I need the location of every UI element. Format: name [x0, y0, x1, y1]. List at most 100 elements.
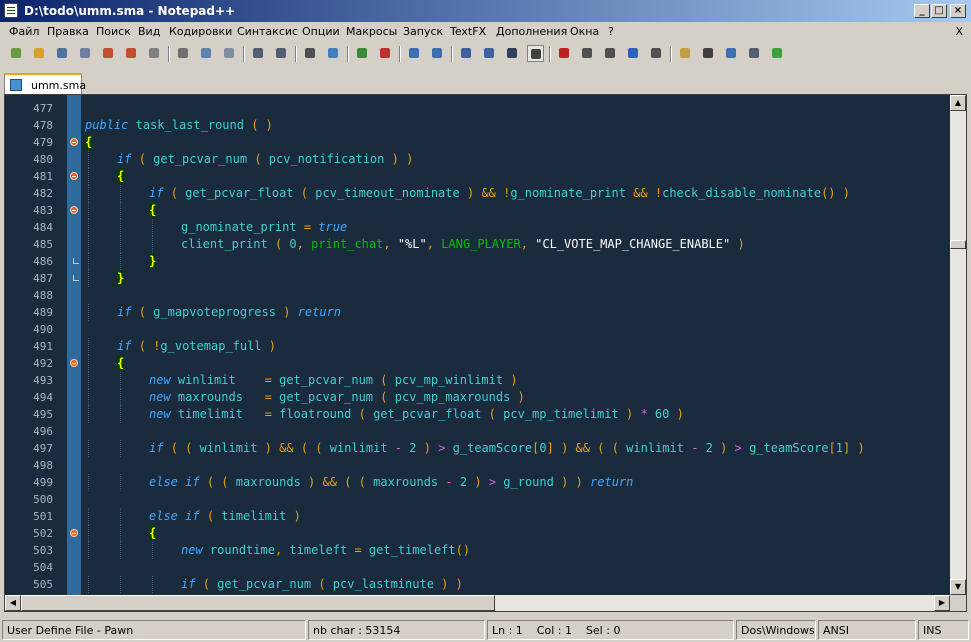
indent-guide-icon[interactable]: [504, 45, 521, 62]
close-all-icon[interactable]: [123, 45, 140, 62]
redo-icon[interactable]: [273, 45, 290, 62]
fold-margin[interactable]: [67, 95, 81, 595]
code-line[interactable]: else if ( ( maxrounds ) && ( ( maxrounds…: [149, 474, 633, 491]
maximize-button[interactable]: □: [931, 4, 947, 18]
show-all-chars-icon[interactable]: [481, 45, 498, 62]
code-line[interactable]: g_nominate_print = true: [181, 219, 347, 236]
sync-horizontal-icon[interactable]: [429, 45, 446, 62]
copy-icon[interactable]: [198, 45, 215, 62]
replace-icon[interactable]: [325, 45, 342, 62]
close-icon[interactable]: [100, 45, 117, 62]
menu-plugins[interactable]: Дополнения: [496, 25, 567, 38]
code-line[interactable]: {: [149, 525, 157, 542]
undo-icon[interactable]: [250, 45, 267, 62]
close-window-button[interactable]: ×: [950, 4, 966, 18]
indent-guide: [88, 202, 89, 219]
code-line[interactable]: {: [149, 202, 157, 219]
menu-view[interactable]: Вид: [138, 25, 160, 38]
zoom-in-icon[interactable]: [354, 45, 371, 62]
code-line[interactable]: }: [117, 270, 125, 287]
code-line[interactable]: if ( get_pcvar_float ( pcv_timeout_nomin…: [149, 185, 850, 202]
indent-guide: [88, 304, 89, 321]
line-number: 483: [33, 204, 53, 217]
save-all-icon[interactable]: [77, 45, 94, 62]
indent-guide: [120, 253, 121, 270]
scroll-left-button[interactable]: ◀: [5, 595, 21, 611]
code-line[interactable]: if ( g_mapvoteprogress ) return: [117, 304, 341, 321]
scroll-down-button[interactable]: ▼: [950, 579, 966, 595]
zoom-out-icon[interactable]: [377, 45, 394, 62]
menu-help[interactable]: ?: [608, 25, 614, 38]
vertical-scroll-thumb[interactable]: [950, 240, 966, 249]
close-document-button[interactable]: X: [955, 25, 963, 38]
menu-encoding[interactable]: Кодировки: [169, 25, 232, 38]
code-line[interactable]: client_print ( 0, print_chat, "%L", LANG…: [181, 236, 745, 253]
code-line[interactable]: new winlimit = get_pcvar_num ( pcv_mp_wi…: [149, 372, 518, 389]
menu-file[interactable]: Файл: [9, 25, 39, 38]
play-macro-icon[interactable]: [602, 45, 619, 62]
fold-collapse-icon[interactable]: [70, 529, 78, 537]
sync-vertical-icon[interactable]: [406, 45, 423, 62]
toolbar-separator: [168, 46, 170, 62]
toolbar-separator: [295, 46, 297, 62]
menu-run[interactable]: Запуск: [403, 25, 443, 38]
menu-macros[interactable]: Макросы: [346, 25, 397, 38]
new-file-icon[interactable]: [8, 45, 25, 62]
code-line[interactable]: else if ( timelimit ): [149, 508, 301, 525]
save-macro-icon[interactable]: [648, 45, 665, 62]
tab-umm-sma[interactable]: umm.sma: [4, 73, 86, 94]
user-language-icon[interactable]: [527, 45, 544, 62]
horizontal-scrollbar[interactable]: ◀ ▶: [5, 595, 950, 611]
code-line[interactable]: if ( ( winlimit ) && ( ( winlimit - 2 ) …: [149, 440, 865, 457]
word-wrap-icon[interactable]: [458, 45, 475, 62]
code-line[interactable]: if ( !g_votemap_full ): [117, 338, 276, 355]
code-line[interactable]: if ( get_pcvar_num ( pcv_notification ) …: [117, 151, 413, 168]
code-line[interactable]: {: [117, 168, 125, 185]
folder-icon[interactable]: [677, 45, 694, 62]
run-macro-multiple-icon[interactable]: [625, 45, 642, 62]
indent-guide: [88, 474, 89, 491]
print-icon[interactable]: [146, 45, 163, 62]
toolbar-separator: [451, 46, 453, 62]
menu-options[interactable]: Опции: [302, 25, 340, 38]
minimize-button[interactable]: _: [914, 4, 930, 18]
fold-collapse-icon[interactable]: [70, 172, 78, 180]
find-icon[interactable]: [302, 45, 319, 62]
code-line[interactable]: new timelimit = floatround ( get_pcvar_f…: [149, 406, 684, 423]
bold-h-icon[interactable]: [700, 45, 717, 62]
indent-guide: [88, 338, 89, 355]
code-area[interactable]: public task_last_round ( ){if ( get_pcva…: [81, 95, 950, 595]
spellcheck-icon[interactable]: [769, 45, 786, 62]
code-line[interactable]: new roundtime, timeleft = get_timeleft(): [181, 542, 470, 559]
file-saved-icon: [10, 79, 22, 91]
vertical-scrollbar[interactable]: ▲ ▼: [950, 95, 966, 595]
menu-edit[interactable]: Правка: [47, 25, 89, 38]
code-line[interactable]: new maxrounds = get_pcvar_num ( pcv_mp_m…: [149, 389, 525, 406]
code-line[interactable]: {: [85, 134, 93, 151]
horizontal-scroll-thumb[interactable]: [21, 595, 495, 611]
record-macro-icon[interactable]: [556, 45, 573, 62]
save-icon[interactable]: [54, 45, 71, 62]
scroll-up-button[interactable]: ▲: [950, 95, 966, 111]
menu-search[interactable]: Поиск: [96, 25, 131, 38]
menu-syntax[interactable]: Синтаксис: [237, 25, 298, 38]
fold-collapse-icon[interactable]: [70, 206, 78, 214]
open-file-icon[interactable]: [31, 45, 48, 62]
code-line[interactable]: public task_last_round ( ): [85, 117, 273, 134]
code-line[interactable]: }: [149, 253, 157, 270]
fold-collapse-icon[interactable]: [70, 138, 78, 146]
code-line[interactable]: {: [117, 355, 125, 372]
image-icon[interactable]: [746, 45, 763, 62]
indent-guide: [120, 406, 121, 423]
cut-icon[interactable]: [175, 45, 192, 62]
scroll-right-button[interactable]: ▶: [934, 595, 950, 611]
menu-textfx[interactable]: TextFX: [450, 25, 486, 38]
code-line[interactable]: if ( get_pcvar_num ( pcv_lastminute ) ): [181, 576, 463, 593]
paste-icon[interactable]: [221, 45, 238, 62]
toolbar-separator: [670, 46, 672, 62]
window-icon[interactable]: [723, 45, 740, 62]
fold-collapse-icon[interactable]: [70, 359, 78, 367]
code-editor[interactable]: 477 478 479 480 481 482 483 484 485 486 487 488 489 4…: [4, 94, 967, 612]
stop-macro-icon[interactable]: [579, 45, 596, 62]
menu-windows[interactable]: Окна: [570, 25, 599, 38]
